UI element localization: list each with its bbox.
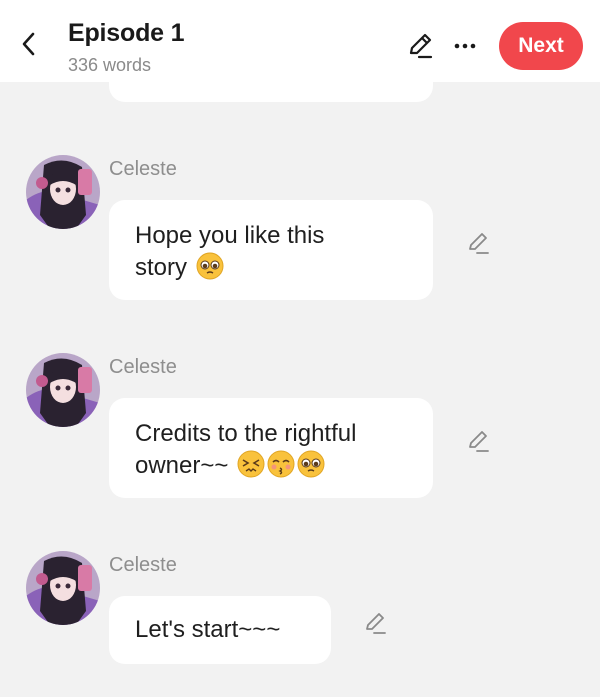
sender-name: Celeste <box>109 554 177 576</box>
message-line-wrap: story <box>135 252 407 284</box>
message-bubble[interactable]: Let's start~~~ <box>109 596 331 664</box>
episode-title: Episode 1 <box>68 19 185 47</box>
edit-message-button[interactable] <box>462 227 494 259</box>
message-line: Let's start~~~ <box>135 616 281 643</box>
persevering-face-emoji <box>237 450 265 478</box>
back-button[interactable] <box>12 26 44 62</box>
avatar[interactable] <box>26 155 100 229</box>
message-line: story <box>135 254 188 281</box>
pencil-icon <box>409 33 433 59</box>
pleading-face-emoji <box>297 450 325 478</box>
word-count: 336 words <box>68 55 152 75</box>
message-bubble[interactable]: Credits to the rightful owner~~ <box>109 398 433 498</box>
next-button[interactable]: Next <box>499 22 583 70</box>
edit-message-button[interactable] <box>359 607 391 639</box>
avatar[interactable] <box>26 551 100 625</box>
sender-name: Celeste <box>109 158 177 180</box>
edit-title-button[interactable] <box>404 30 436 62</box>
chevron-left-icon <box>22 32 35 56</box>
edit-message-button[interactable] <box>462 425 494 457</box>
pleading-face-emoji <box>196 252 224 280</box>
message-line-wrap: owner~~ <box>135 450 407 482</box>
sender-name: Celeste <box>109 356 177 378</box>
avatar-image <box>26 353 100 427</box>
pencil-icon <box>469 233 489 254</box>
kissing-face-closed-eyes-emoji <box>267 450 295 478</box>
avatar[interactable] <box>26 353 100 427</box>
avatar-image <box>26 155 100 229</box>
pencil-icon <box>366 613 386 634</box>
message-line: owner~~ <box>135 452 229 479</box>
chat-story-editor: Episode 1 336 words Next Celeste Hope yo… <box>0 0 600 697</box>
message-line: Credits to the rightful <box>135 420 357 447</box>
top-bar: Episode 1 336 words Next <box>0 0 600 82</box>
message-line: Hope you like this <box>135 222 325 249</box>
pencil-icon <box>469 431 489 452</box>
message-bubble[interactable]: Hope you like this story <box>109 200 433 300</box>
more-horizontal-icon <box>454 43 476 49</box>
avatar-image <box>26 551 100 625</box>
more-options-button[interactable] <box>451 30 479 62</box>
